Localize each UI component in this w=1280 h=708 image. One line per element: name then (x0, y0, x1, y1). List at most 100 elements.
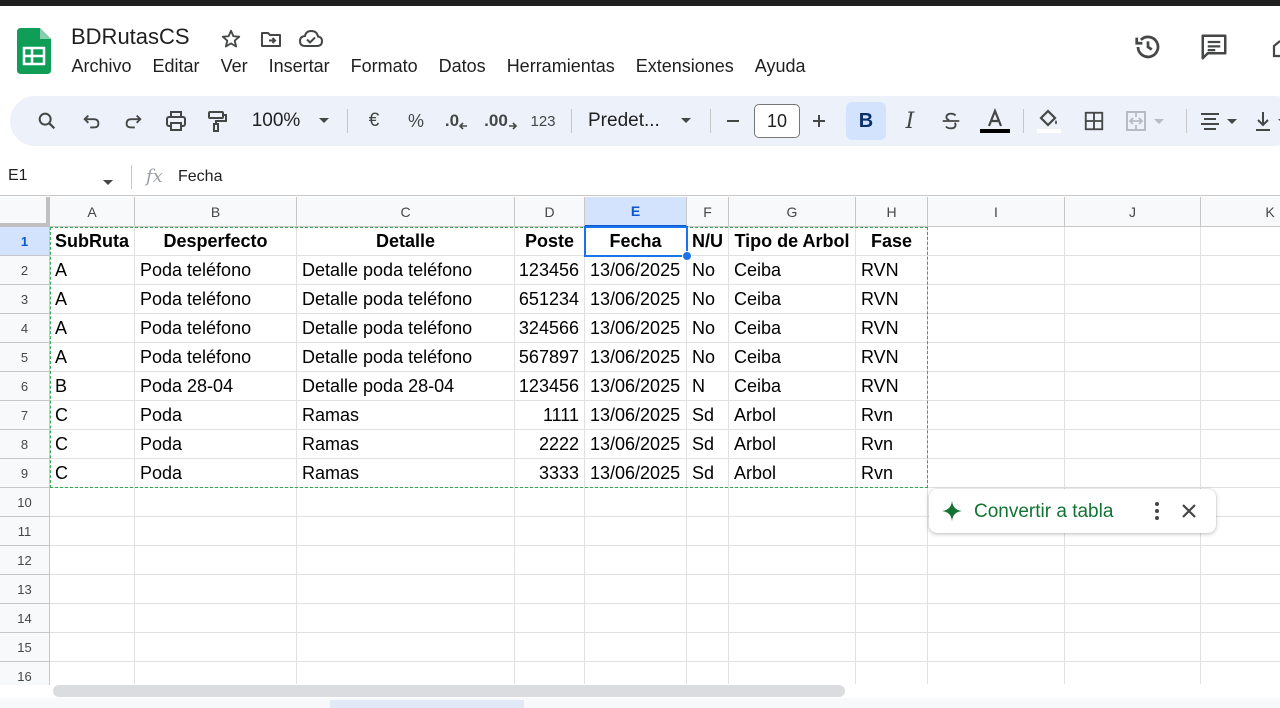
select-all-corner[interactable] (0, 197, 50, 227)
cell-j3[interactable] (1065, 285, 1201, 314)
comments-icon[interactable] (1199, 32, 1229, 67)
percent-format-button[interactable]: % (404, 96, 428, 146)
cell-f3[interactable]: No (687, 285, 729, 314)
cell-k13[interactable] (1201, 575, 1280, 604)
cell-h11[interactable] (856, 517, 928, 546)
cell-a4[interactable]: A (50, 314, 135, 343)
menu-herramientas[interactable]: Herramientas (496, 54, 625, 79)
cell-b5[interactable]: Poda teléfono (135, 343, 297, 372)
row-header[interactable]: 13 (0, 575, 50, 604)
cell-b4[interactable]: Poda teléfono (135, 314, 297, 343)
paint-format-icon[interactable] (203, 96, 231, 146)
cell-b16[interactable] (135, 662, 297, 685)
row-header[interactable]: 3 (0, 285, 50, 314)
cell-a8[interactable]: C (50, 430, 135, 459)
cell-i12[interactable] (928, 546, 1065, 575)
row-header[interactable]: 6 (0, 372, 50, 401)
close-icon[interactable] (1178, 500, 1200, 527)
row-header[interactable]: 5 (0, 343, 50, 372)
cell-j9[interactable] (1065, 459, 1201, 488)
cell-i8[interactable] (928, 430, 1065, 459)
cell-d16[interactable] (515, 662, 585, 685)
row-header[interactable]: 1 (0, 227, 50, 256)
cell-d5[interactable]: 567897 (515, 343, 585, 372)
cell-g9[interactable]: Arbol (729, 459, 856, 488)
fill-color-icon[interactable] (1035, 96, 1063, 146)
cell-c10[interactable] (297, 488, 515, 517)
cell-c1[interactable]: Detalle (297, 227, 515, 256)
cell-c3[interactable]: Detalle poda teléfono (297, 285, 515, 314)
cell-c11[interactable] (297, 517, 515, 546)
cell-a5[interactable]: A (50, 343, 135, 372)
row-header[interactable]: 2 (0, 256, 50, 285)
cell-h14[interactable] (856, 604, 928, 633)
undo-icon[interactable] (78, 96, 106, 146)
cell-e3[interactable]: 13/06/2025 (585, 285, 687, 314)
cell-e15[interactable] (585, 633, 687, 662)
cell-d10[interactable] (515, 488, 585, 517)
cell-k14[interactable] (1201, 604, 1280, 633)
history-icon[interactable] (1133, 32, 1163, 67)
meet-icon[interactable] (1268, 32, 1280, 67)
cell-f1[interactable]: N/U (687, 227, 729, 256)
column-header-k[interactable]: K (1201, 197, 1280, 227)
increase-decimal-button[interactable]: .00 (484, 96, 518, 146)
cell-b13[interactable] (135, 575, 297, 604)
cell-g13[interactable] (729, 575, 856, 604)
convert-to-table-chip[interactable]: Convertir a tabla (929, 489, 1216, 533)
chevron-down-icon[interactable] (314, 96, 334, 146)
move-to-folder-icon[interactable] (258, 26, 284, 52)
cell-f10[interactable] (687, 488, 729, 517)
bold-button[interactable]: B (846, 102, 886, 140)
cell-c15[interactable] (297, 633, 515, 662)
cell-i5[interactable] (928, 343, 1065, 372)
strikethrough-icon[interactable] (938, 96, 964, 146)
horizontal-scrollbar-thumb[interactable] (53, 685, 845, 697)
cell-a2[interactable]: A (50, 256, 135, 285)
cell-d12[interactable] (515, 546, 585, 575)
cell-i4[interactable] (928, 314, 1065, 343)
cell-b3[interactable]: Poda teléfono (135, 285, 297, 314)
cell-b9[interactable]: Poda (135, 459, 297, 488)
cell-e11[interactable] (585, 517, 687, 546)
fill-handle[interactable] (682, 251, 692, 261)
cell-a12[interactable] (50, 546, 135, 575)
cell-c13[interactable] (297, 575, 515, 604)
star-icon[interactable] (218, 26, 244, 52)
cell-e13[interactable] (585, 575, 687, 604)
cell-d3[interactable]: 651234 (515, 285, 585, 314)
increase-font-size-icon[interactable] (808, 96, 830, 146)
cell-c6[interactable]: Detalle poda 28-04 (297, 372, 515, 401)
cell-h8[interactable]: Rvn (856, 430, 928, 459)
cell-i1[interactable] (928, 227, 1065, 256)
cell-k12[interactable] (1201, 546, 1280, 575)
cell-k6[interactable] (1201, 372, 1280, 401)
cell-g11[interactable] (729, 517, 856, 546)
chevron-down-icon[interactable] (102, 174, 114, 192)
cell-d11[interactable] (515, 517, 585, 546)
row-header[interactable]: 11 (0, 517, 50, 546)
cell-e16[interactable] (585, 662, 687, 685)
row-header[interactable]: 10 (0, 488, 50, 517)
cell-d9[interactable]: 3333 (515, 459, 585, 488)
cell-j4[interactable] (1065, 314, 1201, 343)
cell-b15[interactable] (135, 633, 297, 662)
text-color-icon[interactable] (978, 96, 1012, 146)
cell-g7[interactable]: Arbol (729, 401, 856, 430)
menu-formato[interactable]: Formato (340, 54, 428, 79)
cell-b6[interactable]: Poda 28-04 (135, 372, 297, 401)
cell-h6[interactable]: RVN (856, 372, 928, 401)
cell-f5[interactable]: No (687, 343, 729, 372)
cell-c9[interactable]: Ramas (297, 459, 515, 488)
formula-input[interactable]: Fecha (178, 168, 222, 186)
cell-j12[interactable] (1065, 546, 1201, 575)
row-header[interactable]: 15 (0, 633, 50, 662)
cell-e4[interactable]: 13/06/2025 (585, 314, 687, 343)
print-icon[interactable] (162, 96, 190, 146)
cell-h4[interactable]: RVN (856, 314, 928, 343)
cell-h12[interactable] (856, 546, 928, 575)
vertical-align-icon[interactable] (1253, 96, 1280, 146)
cell-e7[interactable]: 13/06/2025 (585, 401, 687, 430)
decrease-font-size-icon[interactable] (722, 96, 744, 146)
cell-f16[interactable] (687, 662, 729, 685)
